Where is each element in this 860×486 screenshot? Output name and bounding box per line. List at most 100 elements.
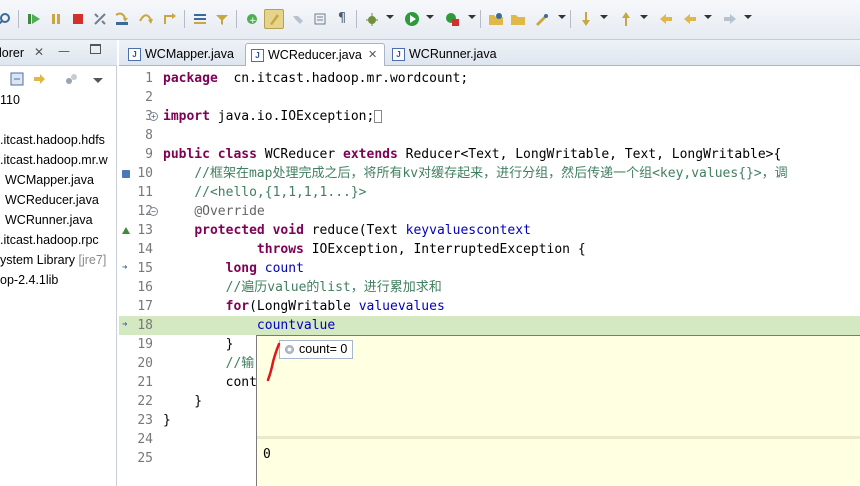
debug-dropdown-icon[interactable]	[386, 15, 394, 19]
code-line[interactable]: 18 ➜ countvalue	[119, 316, 860, 335]
code-token: WCReducer	[256, 147, 344, 162]
tree-item-wcreducer[interactable]: WCReducer.java	[5, 190, 99, 210]
code-line[interactable]: 13 protected void reduce(Text keyvaluesc…	[119, 221, 860, 240]
link-with-editor-icon[interactable]	[32, 72, 46, 89]
search-icon[interactable]	[0, 9, 14, 29]
tab-wcmapper[interactable]: J WCMapper.java	[123, 43, 245, 66]
toggle-breadcrumb-icon[interactable]	[288, 9, 308, 29]
override-indicator-icon[interactable]	[122, 227, 130, 234]
new-java-project-icon[interactable]	[486, 9, 506, 29]
code-line[interactable]: 3+import java.io.IOException;	[119, 107, 860, 126]
forward-icon[interactable]	[720, 9, 740, 29]
line-number: 2	[145, 90, 153, 105]
drop-to-frame-icon[interactable]	[190, 9, 210, 29]
use-step-filters-icon[interactable]	[212, 9, 232, 29]
variable-count-item[interactable]: count= 0	[279, 340, 354, 359]
external-tools-dropdown-icon[interactable]	[468, 15, 476, 19]
code-token: class	[217, 147, 257, 162]
debug-position-icon[interactable]: ➜	[122, 316, 130, 330]
collapse-all-icon[interactable]	[10, 72, 24, 89]
pen-mark-annotation	[266, 342, 281, 382]
code-line[interactable]: 10 //框架在map处理完成之后，将所有kv对缓存起来，进行分组，然后传递一个…	[119, 164, 860, 183]
open-task-icon[interactable]	[532, 9, 552, 29]
forward-dropdown-icon[interactable]	[744, 15, 752, 19]
toolbar-separator	[18, 10, 19, 28]
debug-icon[interactable]	[362, 9, 382, 29]
show-whitespace-icon[interactable]	[310, 9, 330, 29]
tree-item-lib[interactable]: op-2.4.1lib	[0, 270, 58, 290]
paragraph-icon[interactable]: ¶	[332, 9, 352, 29]
code-line[interactable]: 2	[119, 88, 860, 107]
code-line[interactable]: 8	[119, 126, 860, 145]
back-dropdown-icon[interactable]	[704, 15, 712, 19]
step-return-icon[interactable]	[160, 9, 180, 29]
next-annotation-icon[interactable]	[576, 9, 596, 29]
close-icon[interactable]: ✕	[34, 45, 44, 59]
step-into-icon[interactable]	[112, 9, 132, 29]
code-token: context	[476, 223, 531, 238]
debug-position-icon[interactable]: ➜	[122, 259, 130, 273]
code-token: protected	[194, 223, 265, 238]
close-icon[interactable]: ✕	[368, 44, 377, 66]
tree-item-system-library[interactable]: ystem Library [jre7]	[0, 250, 106, 270]
code-token: long	[225, 261, 257, 276]
folded-region-icon[interactable]	[374, 110, 383, 123]
maximize-icon[interactable]	[90, 44, 101, 54]
resume-icon[interactable]	[24, 9, 44, 29]
run-icon[interactable]	[402, 9, 422, 29]
previous-annotation-icon[interactable]	[616, 9, 636, 29]
popup-variable-tree[interactable]: count= 0	[257, 336, 860, 436]
open-task-dropdown-icon[interactable]	[558, 15, 566, 19]
view-menu-icon[interactable]	[93, 78, 103, 83]
code-token: key	[405, 223, 430, 238]
terminate-icon[interactable]	[68, 9, 88, 29]
code-line[interactable]: 12− @Override	[119, 202, 860, 221]
code-line[interactable]: 1 package cn.itcast.hadoop.mr.wordcount;	[119, 69, 860, 88]
code-line[interactable]: 17 for(LongWritable valuevalues	[119, 297, 860, 316]
toolbar-separator	[570, 10, 571, 28]
tree-item-package-rpc[interactable]: .itcast.hadoop.rpc	[0, 230, 99, 250]
disconnect-icon[interactable]	[90, 9, 110, 29]
suspend-icon[interactable]	[46, 9, 66, 29]
code-token: (LongWritable	[249, 299, 359, 314]
last-edit-location-icon[interactable]	[656, 9, 676, 29]
toggle-mark-occurrences-icon[interactable]	[264, 9, 284, 29]
code-line[interactable]: 16 //遍历value的list，进行累加求和	[119, 278, 860, 297]
open-folder-icon[interactable]	[508, 9, 528, 29]
back-icon[interactable]	[680, 9, 700, 29]
code-token: Reducer<Text, LongWritable, Text, LongWr…	[397, 147, 782, 162]
code-line[interactable]: 11 //<hello,{1,1,1,1...}>	[119, 183, 860, 202]
inspect-popup[interactable]: count= 0 0	[256, 335, 860, 486]
tree-item-project[interactable]: 110	[0, 90, 20, 110]
previous-annotation-dropdown-icon[interactable]	[640, 15, 648, 19]
code-line[interactable]: 14 throws IOException, InterruptedExcept…	[119, 240, 860, 259]
code-token: for	[225, 299, 250, 314]
minimize-icon[interactable]: —	[58, 44, 70, 58]
code-line[interactable]: 9 public class WCReducer extends Reducer<…	[119, 145, 860, 164]
tree-item-package-mr[interactable]: .itcast.hadoop.mr.w	[0, 150, 108, 170]
code-text: import java.io.IOException;	[163, 107, 383, 126]
popup-detail-pane[interactable]: 0	[257, 439, 860, 486]
tab-wcreducer[interactable]: J WCReducer.java ✕	[245, 43, 385, 66]
new-java-package-icon[interactable]: +	[242, 9, 262, 29]
tab-wcrunner[interactable]: J WCRunner.java	[387, 43, 517, 66]
focus-icon[interactable]	[64, 72, 78, 89]
external-tools-icon[interactable]	[442, 9, 462, 29]
tree-item-package-hdfs[interactable]: .itcast.hadoop.hdfs	[0, 130, 105, 150]
step-over-icon[interactable]	[136, 9, 156, 29]
tree-item-wcrunner[interactable]: WCRunner.java	[5, 210, 93, 230]
tree-item-wcmapper[interactable]: WCMapper.java	[5, 170, 94, 190]
explorer-tab[interactable]: lorer ✕ —	[0, 40, 117, 66]
code-text: //遍历value的list，进行累加求和	[163, 278, 442, 297]
collapse-fold-icon[interactable]: −	[149, 207, 158, 216]
expand-fold-icon[interactable]: +	[149, 112, 158, 121]
code-line[interactable]: 15 ➜ long count	[119, 259, 860, 278]
occurrence-marker-icon[interactable]	[122, 170, 130, 178]
next-annotation-dropdown-icon[interactable]	[600, 15, 608, 19]
code-token: @Override	[194, 204, 265, 219]
code-token: //框架在map处理完成之后，将所有kv对缓存起来，进行分组，然后传递一个组<k…	[194, 166, 788, 181]
code-text: }	[163, 335, 234, 354]
run-dropdown-icon[interactable]	[426, 15, 434, 19]
